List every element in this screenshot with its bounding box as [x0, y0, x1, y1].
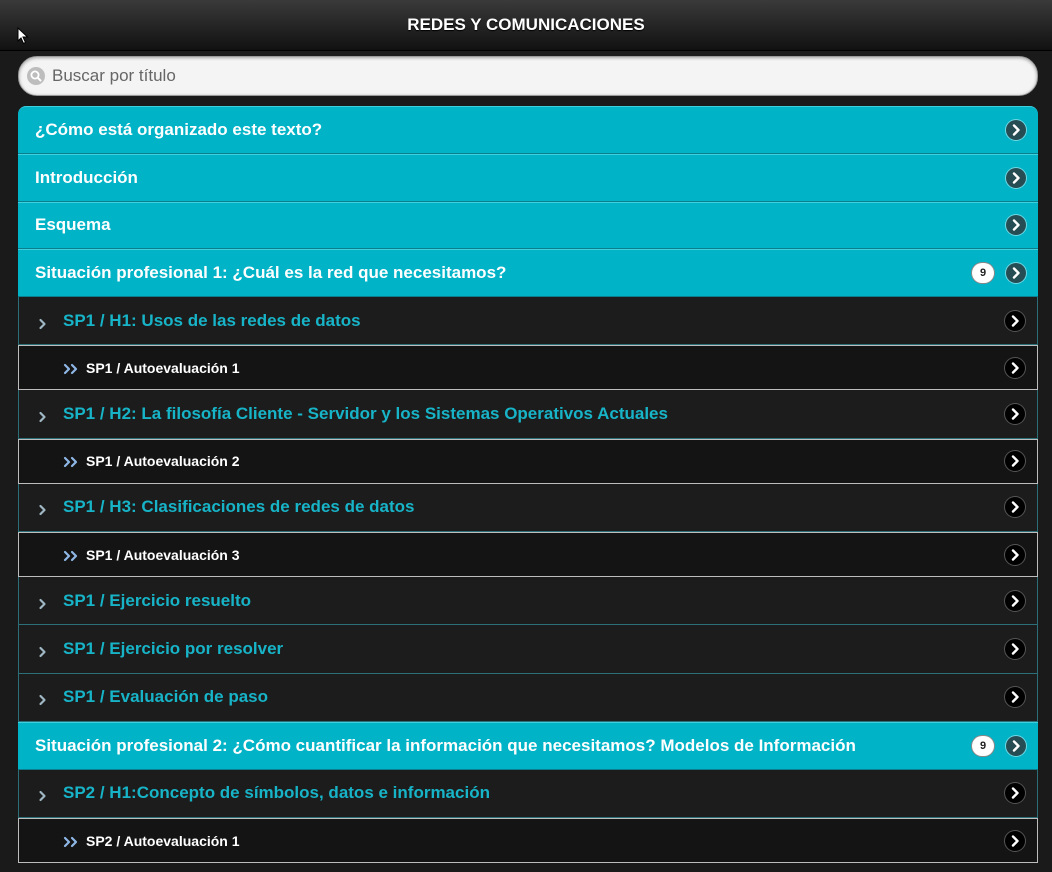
list-item-label: Esquema [35, 215, 111, 235]
list-item-label: SP2 / Autoevaluación 1 [86, 832, 240, 849]
list-category[interactable]: Introducción [18, 153, 1038, 202]
list-item-label: ¿Cómo está organizado este texto? [35, 119, 323, 139]
app-header: REDES Y COMUNICACIONES [0, 0, 1052, 51]
arrow-right-icon[interactable] [1006, 119, 1026, 140]
chevron-right-icon [38, 501, 48, 516]
list-item-label: SP1 / H3: Clasificaciones de redes de da… [63, 497, 415, 517]
list-item-label: Situación profesional 2: ¿Cómo cuantific… [35, 735, 856, 755]
chapter-list: ¿Cómo está organizado este texto? Introdu… [18, 106, 1038, 864]
arrow-right-icon[interactable] [1005, 590, 1025, 611]
arrow-right-icon[interactable] [1005, 310, 1025, 331]
list-category[interactable]: ¿Cómo está organizado este texto? [18, 106, 1038, 154]
list-item-label: SP1 / Ejercicio resuelto [63, 590, 252, 610]
list-item-label: SP1 / Autoevaluación 1 [86, 359, 240, 376]
count-badge: 9 [972, 263, 994, 284]
arrow-right-icon[interactable] [1005, 497, 1025, 518]
list-item[interactable]: SP1 / H3: Clasificaciones de redes de da… [18, 483, 1038, 533]
list-item[interactable]: SP1 / H2: La filosofía Cliente - Servido… [18, 390, 1038, 439]
list-item[interactable]: SP1 / Evaluación de paso [18, 673, 1038, 722]
list-item-label: SP2 / H1:Concepto de símbolos, datos e i… [63, 783, 490, 803]
arrow-right-icon[interactable] [1005, 451, 1025, 472]
list-subitem[interactable]: SP2 / Autoevaluación 1 [18, 818, 1038, 864]
arrow-right-icon[interactable] [1005, 687, 1025, 708]
list-item-label: SP1 / H1: Usos de las redes de datos [63, 310, 361, 330]
arrow-right-icon[interactable] [1006, 167, 1026, 188]
list-item[interactable]: SP1 / Ejercicio por resolver [18, 625, 1038, 674]
list-subitem[interactable]: SP1 / Autoevaluación 3 [18, 532, 1038, 578]
double-chevron-right-icon [63, 835, 81, 847]
list-item-label: SP1 / Ejercicio por resolver [63, 639, 284, 659]
search-input[interactable] [52, 57, 1022, 95]
search-bar [18, 56, 1038, 96]
list-item[interactable]: SP1 / Ejercicio resuelto [18, 577, 1038, 626]
chevron-right-icon [38, 691, 48, 706]
search-icon [27, 67, 45, 85]
chevron-right-icon [38, 408, 48, 423]
arrow-right-icon[interactable] [1006, 215, 1026, 236]
count-badge: 9 [972, 735, 994, 756]
double-chevron-right-icon [63, 362, 81, 375]
page-title: REDES Y COMUNICACIONES [407, 15, 645, 34]
arrow-right-icon[interactable] [1005, 830, 1025, 851]
chevron-right-icon [38, 643, 48, 658]
chevron-right-icon [38, 595, 48, 609]
list-item-label: Situación profesional 1: ¿Cuál es la red… [35, 263, 507, 283]
list-category[interactable]: Situación profesional 2: ¿Cómo cuantific… [18, 721, 1038, 770]
arrow-right-icon[interactable] [1006, 735, 1026, 756]
list-item-label: SP1 / H2: La filosofía Cliente - Servido… [63, 404, 668, 424]
double-chevron-right-icon [63, 455, 81, 468]
mouse-cursor-icon [17, 27, 29, 45]
arrow-right-icon[interactable] [1005, 544, 1025, 565]
arrow-right-icon[interactable] [1005, 639, 1025, 660]
list-item-label: SP1 / Autoevaluación 3 [86, 546, 240, 563]
list-subitem[interactable]: SP1 / Autoevaluación 2 [18, 438, 1038, 484]
list-item-label: Introducción [35, 167, 138, 187]
list-subitem[interactable]: SP1 / Autoevaluación 1 [18, 345, 1038, 391]
arrow-right-icon[interactable] [1005, 783, 1025, 804]
list-item-label: SP1 / Autoevaluación 2 [86, 453, 240, 470]
list-item[interactable]: SP2 / H1:Concepto de símbolos, datos e i… [18, 769, 1038, 819]
list-item-label: SP1 / Evaluación de paso [63, 687, 269, 707]
chevron-right-icon [38, 315, 48, 329]
arrow-right-icon[interactable] [1006, 263, 1026, 284]
chevron-right-icon [38, 787, 48, 802]
list-category[interactable]: Esquema [18, 201, 1038, 250]
list-item[interactable]: SP1 / H1: Usos de las redes de datos [18, 297, 1038, 346]
arrow-right-icon[interactable] [1005, 404, 1025, 425]
double-chevron-right-icon [63, 549, 81, 561]
arrow-right-icon[interactable] [1005, 357, 1025, 378]
list-category[interactable]: Situación profesional 1: ¿Cuál es la red… [18, 249, 1038, 298]
